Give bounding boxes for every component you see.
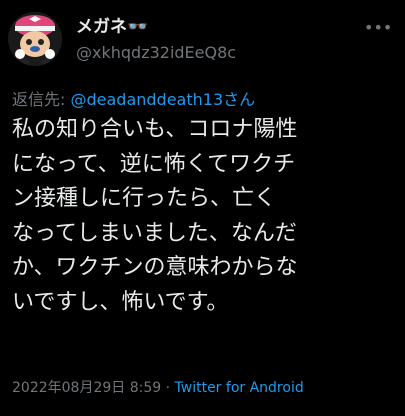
user-name-block: メガネ👓 @xkhqdz32idEeQ8c [76, 16, 356, 64]
tweet-text-line: なってしまいました、なんだ [12, 220, 297, 246]
tweet-text: 私の知り合いも、コロナ陽性 になって、逆に怖くてワクチ ン接種しに行ったら、亡く… [12, 113, 397, 320]
display-name[interactable]: メガネ👓 [76, 16, 356, 38]
tweet-text-line: になって、逆に怖くてワクチ [12, 151, 296, 177]
timestamp[interactable]: 2022年08月29日 8:59 [12, 380, 161, 396]
source-link[interactable]: Twitter for Android [175, 380, 304, 396]
tweet-text-line: 私の知り合いも、コロナ陽性 [12, 117, 298, 142]
anime-avatar-icon [8, 12, 62, 66]
tweet-meta: 2022年08月29日 8:59 · Twitter for Android [12, 378, 304, 398]
more-horizontal-icon[interactable]: ••• [364, 20, 392, 40]
meta-separator: · [161, 380, 175, 396]
reply-context: 返信先: @deadanddeath13さん [12, 89, 255, 111]
tweet-header: メガネ👓 @xkhqdz32idEeQ8c ••• [8, 12, 398, 70]
avatar[interactable] [8, 12, 62, 66]
tweet-text-line: ン接種しに行ったら、亡く [12, 186, 277, 211]
reply-target-link[interactable]: @deadanddeath13さん [70, 90, 255, 109]
reply-prefix: 返信先: [12, 90, 71, 109]
tweet-text-line: か、ワクチンの意味わからな [12, 255, 298, 280]
tweet: メガネ👓 @xkhqdz32idEeQ8c ••• 返信先: @deadandd… [0, 0, 405, 416]
user-handle[interactable]: @xkhqdz32idEeQ8c [76, 42, 356, 64]
tweet-text-line: いですし、怖いです。 [12, 289, 229, 315]
